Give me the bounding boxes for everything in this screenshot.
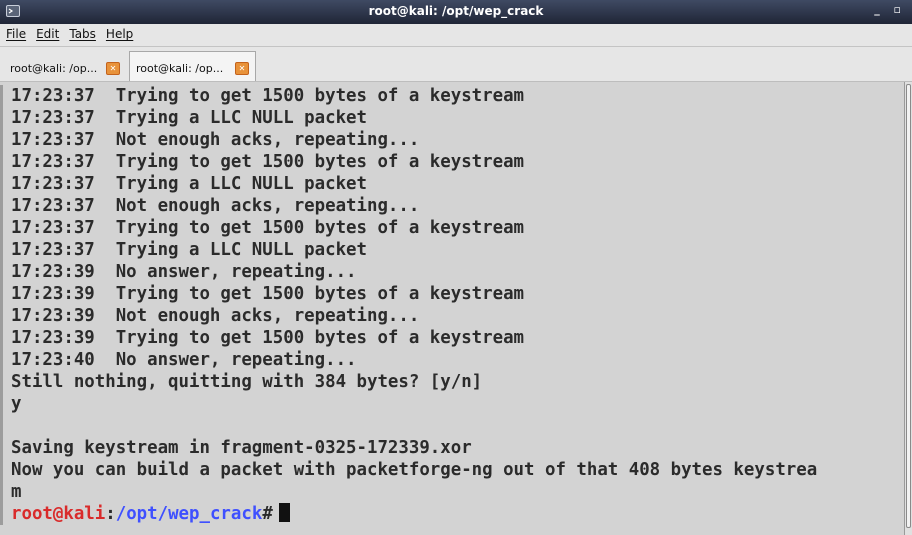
terminal-line: Saving keystream in fragment-0325-172339… (0, 437, 904, 459)
vertical-scrollbar[interactable] (904, 82, 912, 535)
shell-prompt[interactable]: root@kali:/opt/wep_crack# (0, 503, 904, 525)
terminal-line: 17:23:40 No answer, repeating... (0, 349, 904, 371)
tab-bar: root@kali: /op... ✕ root@kali: /op... ✕ (0, 47, 912, 82)
terminal-line: 17:23:37 Trying to get 1500 bytes of a k… (0, 151, 904, 173)
window-controls[interactable]: _ ▫ (874, 3, 906, 16)
terminal-line: 17:23:39 Trying to get 1500 bytes of a k… (0, 327, 904, 349)
menu-help[interactable]: Help (101, 24, 138, 41)
menu-tabs[interactable]: Tabs (64, 24, 101, 41)
scrollbar-thumb[interactable] (906, 84, 911, 528)
close-icon[interactable]: ✕ (106, 62, 120, 75)
prompt-user-host: root@kali (11, 504, 106, 524)
terminal-line: 17:23:37 Trying a LLC NULL packet (0, 173, 904, 195)
terminal-line: 17:23:39 Not enough acks, repeating... (0, 305, 904, 327)
terminal-line (0, 415, 904, 437)
tab-label: root@kali: /op... (10, 62, 98, 75)
terminal-line: 17:23:37 Not enough acks, repeating... (0, 195, 904, 217)
menu-edit[interactable]: Edit (31, 24, 64, 41)
tab-terminal-1[interactable]: root@kali: /op... ✕ (4, 57, 126, 79)
tab-terminal-2[interactable]: root@kali: /op... ✕ (129, 51, 256, 81)
close-icon[interactable]: ✕ (235, 62, 249, 75)
terminal-line: 17:23:37 Trying to get 1500 bytes of a k… (0, 217, 904, 239)
terminal-line: 17:23:39 Trying to get 1500 bytes of a k… (0, 283, 904, 305)
terminal-line: 17:23:37 Trying a LLC NULL packet (0, 239, 904, 261)
menu-bar: File Edit Tabs Help (0, 24, 912, 47)
prompt-path: /opt/wep_crack (115, 504, 263, 524)
terminal-line: y (0, 393, 904, 415)
terminal-line: Now you can build a packet with packetfo… (0, 459, 904, 481)
terminal-line: Still nothing, quitting with 384 bytes? … (0, 371, 904, 393)
menu-file[interactable]: File (0, 24, 31, 41)
terminal-line: 17:23:37 Trying a LLC NULL packet (0, 107, 904, 129)
terminal-line: 17:23:37 Trying to get 1500 bytes of a k… (0, 85, 904, 107)
terminal-window: root@kali: /opt/wep_crack _ ▫ File Edit Ta… (0, 0, 912, 535)
title-bar[interactable]: root@kali: /opt/wep_crack _ ▫ (0, 0, 912, 24)
terminal-line: 17:23:39 No answer, repeating... (0, 261, 904, 283)
tab-label: root@kali: /op... (136, 62, 224, 75)
terminal-line: 17:23:37 Not enough acks, repeating... (0, 129, 904, 151)
text-cursor (278, 503, 290, 522)
terminal-output[interactable]: 17:23:37 Trying to get 1500 bytes of a k… (0, 82, 904, 535)
prompt-symbol: # (262, 504, 273, 524)
window-title: root@kali: /opt/wep_crack (368, 4, 544, 18)
prompt-separator: : (105, 504, 116, 524)
terminal-line: m (0, 481, 904, 503)
